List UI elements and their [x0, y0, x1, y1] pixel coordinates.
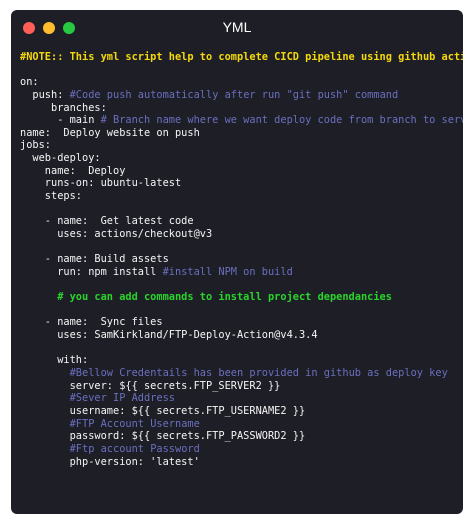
code-text: server: ${{ secrets.FTP_SERVER2 }}: [20, 379, 281, 392]
code-text: branches:: [20, 101, 107, 114]
code-text: - name: Get latest code: [20, 215, 194, 228]
code-comment: #Bellow Credentails has been provided in…: [69, 367, 448, 380]
code-text: username: ${{ secrets.FTP_USERNAME2 }}: [20, 404, 306, 417]
code-text: uses: actions/checkout@v3: [20, 227, 213, 240]
code-text: runs-on: ubuntu-latest: [20, 177, 182, 190]
code-line: web-deploy:: [20, 152, 463, 165]
code-line: branches:: [20, 102, 463, 115]
code-line: name: Deploy website on push: [20, 127, 463, 140]
code-text: on:: [20, 76, 39, 89]
code-text: - name: Sync files: [20, 316, 163, 329]
code-line: - name: Build assets: [20, 253, 463, 266]
code-line: # you can add commands to install projec…: [20, 291, 463, 304]
code-comment: #FTP Account Username: [69, 417, 200, 430]
code-line: run: npm install #install NPM on build: [20, 266, 463, 279]
code-line: jobs:: [20, 139, 463, 152]
code-line: password: ${{ secrets.FTP_PASSWORD2 }}: [20, 430, 463, 443]
window-title: YML: [222, 19, 252, 35]
code-text: push:: [20, 88, 70, 101]
code-line: username: ${{ secrets.FTP_USERNAME2 }}: [20, 405, 463, 418]
code-comment: #Sever IP Address: [69, 392, 175, 405]
code-text: php-version: 'latest': [20, 455, 200, 468]
code-text: with:: [20, 354, 89, 367]
code-line: #Ftp account Password: [20, 443, 463, 456]
code-block: #NOTE:: This yml script help to complete…: [20, 51, 463, 468]
code-line: push: #Code push automatically after run…: [20, 89, 463, 102]
code-comment: #NOTE:: This yml script help to complete…: [20, 51, 463, 63]
code-line: runs-on: ubuntu-latest: [20, 177, 463, 190]
code-text: password: ${{ secrets.FTP_PASSWORD2 }}: [20, 430, 306, 443]
code-line: with:: [20, 354, 463, 367]
title-bar: YML: [11, 10, 463, 46]
code-line: - name: Get latest code: [20, 215, 463, 228]
code-line: name: Deploy: [20, 165, 463, 178]
code-line: #Bellow Credentails has been provided in…: [20, 367, 463, 380]
code-line: #FTP Account Username: [20, 418, 463, 431]
code-line: #NOTE:: This yml script help to complete…: [20, 51, 463, 64]
code-text: run: npm install: [20, 265, 163, 278]
code-text: uses: SamKirkland/FTP-Deploy-Action@v4.3…: [20, 329, 318, 342]
code-window: YML #NOTE:: This yml script help to comp…: [11, 10, 463, 514]
code-comment: # Branch name where we want deploy code …: [100, 114, 463, 127]
code-line: uses: actions/checkout@v3: [20, 228, 463, 241]
code-comment: #install NPM on build: [162, 265, 293, 278]
code-line: uses: SamKirkland/FTP-Deploy-Action@v4.3…: [20, 329, 463, 342]
code-text: name: Deploy website on push: [20, 126, 200, 139]
code-comment: #Code push automatically after run "git …: [69, 88, 399, 101]
code-line: server: ${{ secrets.FTP_SERVER2 }}: [20, 380, 463, 393]
code-line: - name: Sync files: [20, 316, 463, 329]
code-comment: # you can add commands to install projec…: [20, 291, 392, 304]
code-line: php-version: 'latest': [20, 456, 463, 469]
code-line: steps:: [20, 190, 463, 203]
code-text: jobs:: [20, 139, 51, 152]
code-text: steps:: [20, 190, 82, 203]
code-text: - main: [20, 114, 101, 127]
code-text: web-deploy:: [20, 152, 101, 165]
code-text: name: Deploy: [20, 164, 126, 177]
code-text: - name: Build assets: [20, 253, 169, 266]
code-line: #Sever IP Address: [20, 392, 463, 405]
code-line: - main # Branch name where we want deplo…: [20, 114, 463, 127]
code-line: on:: [20, 76, 463, 89]
code-comment: #Ftp account Password: [69, 442, 200, 455]
